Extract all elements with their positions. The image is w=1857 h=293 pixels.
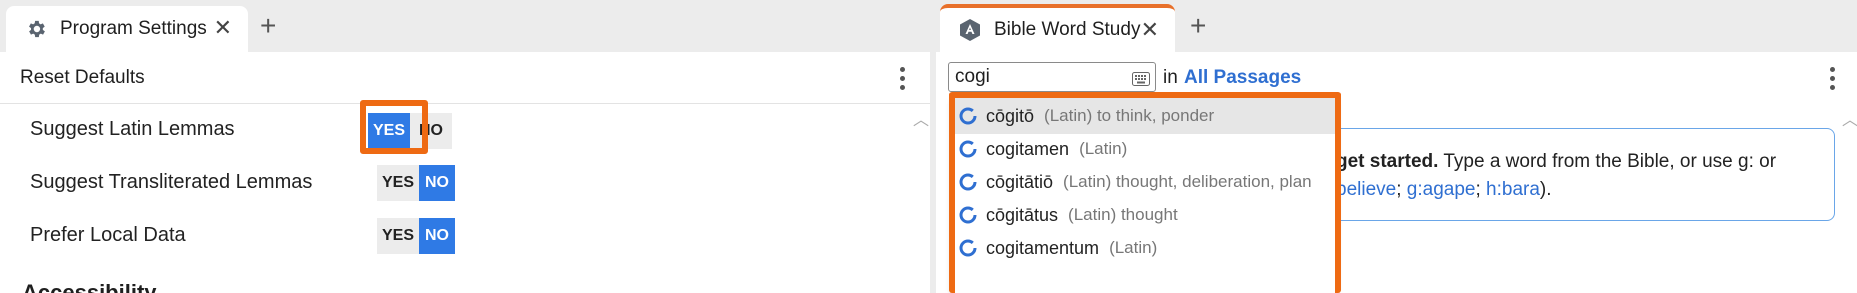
yes-option[interactable]: YES [377,165,419,201]
getting-started-card: get started. Type a word from the Bible,… [1300,128,1835,221]
no-option[interactable]: NO [419,218,455,254]
tab-program-settings[interactable]: Program Settings ✕ [6,6,248,52]
tab-bible-word-study[interactable]: Bible Word Study ✕ [940,4,1175,52]
example-link-bara[interactable]: h:bara [1486,179,1540,200]
toggle-prefer-local-data[interactable]: YES NO [377,218,455,254]
search-input[interactable]: cogi [948,62,1156,92]
example-link-agape[interactable]: g:agape [1407,179,1476,200]
highlight-box [949,92,1341,293]
no-option[interactable]: NO [419,165,455,201]
close-tab-icon[interactable]: ✕ [214,17,232,39]
more-options-icon[interactable] [900,67,906,90]
new-tab-button[interactable]: + [1190,12,1206,40]
toggle-transliterated-lemmas[interactable]: YES NO [377,165,455,201]
setting-label-prefer-local-data: Prefer Local Data [30,224,186,246]
panel-divider[interactable] [930,52,936,293]
tab-title: Bible Word Study [994,19,1141,40]
passage-range-link[interactable]: All Passages [1184,67,1301,89]
range-prefix-label: in [1163,67,1178,88]
chevron-up-icon[interactable]: ︿ [1842,106,1857,130]
example-link-believe[interactable]: believe [1336,179,1396,200]
reset-defaults-button[interactable]: Reset Defaults [20,67,145,89]
tab-title: Program Settings [60,18,207,39]
new-tab-button[interactable]: + [260,12,276,40]
chevron-up-icon[interactable]: ︿ [913,106,929,130]
search-input-value: cogi [955,66,990,87]
highlight-box [360,100,428,154]
setting-label-transliterated-lemmas: Suggest Transliterated Lemmas [30,171,313,193]
info-line-2: believe; g:agape; h:bara). [1336,179,1552,200]
word-study-icon [958,18,982,42]
more-options-icon[interactable] [1830,67,1836,90]
keyboard-icon[interactable] [1132,70,1150,92]
yes-option[interactable]: YES [377,218,419,254]
settings-toolbar: Reset Defaults [0,52,930,104]
section-heading-accessibility: Accessibility [22,280,157,293]
setting-label-latin-lemmas: Suggest Latin Lemmas [30,118,235,140]
info-line-1: get started. Type a word from the Bible,… [1336,151,1777,172]
close-tab-icon[interactable]: ✕ [1141,19,1159,41]
gear-icon [24,17,48,41]
